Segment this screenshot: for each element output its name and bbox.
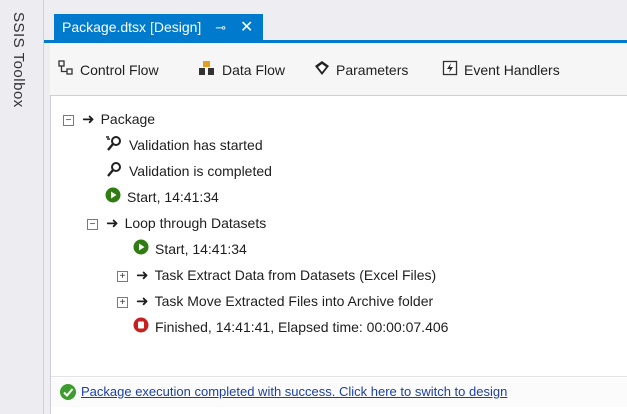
parameters-icon bbox=[314, 60, 330, 82]
tab-control-flow[interactable]: Control Flow bbox=[58, 59, 159, 81]
document-area: Package.dtsx [Design] ⊸ ✕ Control Flow D… bbox=[44, 0, 627, 414]
progress-row-loop[interactable]: − ➜ Loop through Datasets bbox=[87, 212, 266, 234]
event-handlers-icon bbox=[442, 60, 458, 82]
toolbox-strip[interactable]: SSIS Toolbox bbox=[0, 0, 44, 414]
progress-row-task-move[interactable]: + ➜ Task Move Extracted Files into Archive… bbox=[117, 290, 433, 312]
start-icon bbox=[105, 187, 121, 209]
progress-row-text: Validation is completed bbox=[129, 163, 272, 179]
progress-row-validation-started: Validation has started bbox=[105, 134, 263, 156]
progress-row-task-extract[interactable]: + ➜ Task Extract Data from Datasets (Excel… bbox=[117, 264, 436, 286]
collapse-toggle[interactable]: − bbox=[87, 218, 98, 230]
progress-row-start: Start, 14:41:34 bbox=[133, 238, 247, 260]
switch-to-design-link[interactable]: Package execution completed with success… bbox=[81, 384, 507, 399]
pin-icon[interactable]: ⊸ bbox=[215, 20, 226, 35]
progress-row-text: Start, 14:41:34 bbox=[155, 241, 247, 257]
progress-row-start: Start, 14:41:34 bbox=[105, 186, 219, 208]
expand-toggle[interactable]: + bbox=[117, 296, 128, 308]
designer-tabs: Control Flow Data Flow Parameters Event … bbox=[50, 43, 627, 96]
validation-started-icon bbox=[105, 135, 123, 157]
toolbox-label[interactable]: SSIS Toolbox bbox=[10, 12, 27, 108]
progress-row-text: Finished, 14:41:41, Elapsed time: 00:00:… bbox=[155, 319, 449, 335]
tab-row: Package.dtsx [Design] ⊸ ✕ bbox=[44, 0, 627, 40]
document-tab-title: Package.dtsx [Design] bbox=[62, 19, 202, 35]
start-icon bbox=[133, 239, 149, 261]
status-bar: Package execution completed with success… bbox=[51, 376, 627, 407]
progress-row-finished: Finished, 14:41:41, Elapsed time: 00:00:… bbox=[133, 316, 448, 338]
control-flow-icon bbox=[58, 60, 74, 82]
validation-completed-icon bbox=[105, 161, 123, 183]
arrow-icon: ➜ bbox=[106, 215, 119, 232]
progress-row-text: Loop through Datasets bbox=[124, 215, 267, 231]
progress-row-text: Package bbox=[100, 111, 156, 127]
arrow-icon: ➜ bbox=[136, 293, 149, 310]
progress-pane: − ➜ Package Validation has started Validat… bbox=[50, 96, 627, 414]
progress-row-text: Start, 14:41:34 bbox=[127, 189, 219, 205]
collapse-toggle[interactable]: − bbox=[63, 114, 74, 126]
progress-row-text: Task Move Extracted Files into Archive f… bbox=[154, 293, 434, 309]
arrow-icon: ➜ bbox=[82, 111, 95, 128]
success-check-icon bbox=[59, 383, 77, 406]
tab-data-flow[interactable]: Data Flow bbox=[198, 59, 285, 81]
tab-event-handlers[interactable]: Event Handlers bbox=[442, 59, 560, 81]
document-tab[interactable]: Package.dtsx [Design] ⊸ ✕ bbox=[54, 14, 264, 40]
tab-parameters-label: Parameters bbox=[336, 62, 409, 78]
arrow-icon: ➜ bbox=[136, 267, 149, 284]
progress-row-text: Validation has started bbox=[129, 137, 263, 153]
progress-row-text: Task Extract Data from Datasets (Excel F… bbox=[154, 267, 437, 283]
tab-parameters[interactable]: Parameters bbox=[314, 59, 408, 81]
progress-row-validation-completed: Validation is completed bbox=[105, 160, 272, 182]
tab-control-flow-label: Control Flow bbox=[80, 62, 159, 78]
data-flow-icon bbox=[198, 60, 216, 82]
close-icon[interactable]: ✕ bbox=[240, 19, 253, 36]
tab-data-flow-label: Data Flow bbox=[222, 62, 286, 78]
expand-toggle[interactable]: + bbox=[117, 270, 128, 282]
tab-event-handlers-label: Event Handlers bbox=[464, 62, 560, 78]
progress-row-package[interactable]: − ➜ Package bbox=[63, 108, 155, 130]
finished-icon bbox=[133, 317, 149, 339]
